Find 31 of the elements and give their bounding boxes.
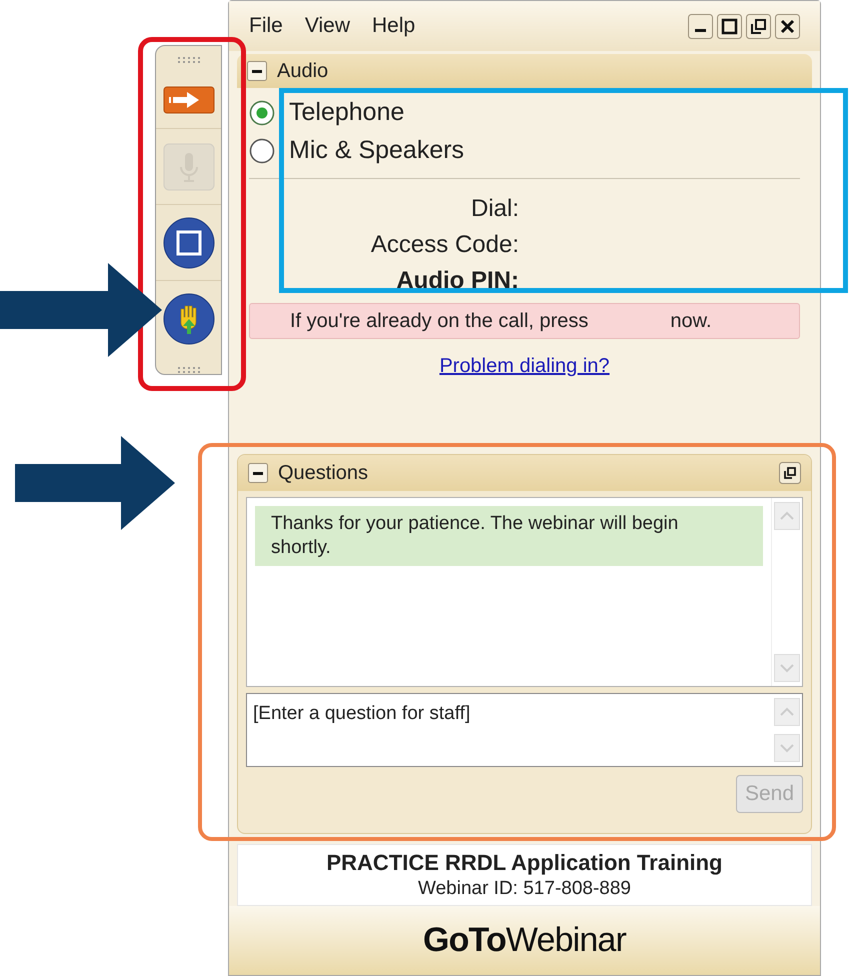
grip-icon[interactable]: [176, 366, 200, 374]
help-link[interactable]: Problem dialing in?: [439, 351, 610, 381]
panel-title: Audio: [277, 59, 328, 84]
notice-text: If you're already on the call, press: [290, 309, 588, 334]
menu-item[interactable]: View: [304, 10, 350, 42]
arrow-icon: [0, 263, 162, 357]
field-label: Dial:: [470, 194, 519, 224]
notice-text: now.: [670, 309, 712, 334]
chat-message: Thanks for your patience. The webinar will begin shortly.: [255, 506, 763, 566]
webinar-id: Webinar ID: 517-808-889: [418, 877, 631, 901]
field-label: Access Code:: [370, 230, 519, 260]
collapse-icon[interactable]: [247, 61, 267, 81]
grip-icon[interactable]: [176, 56, 200, 64]
field-label: Audio PIN:: [395, 266, 519, 296]
arrow-button-icon[interactable]: [162, 86, 214, 114]
panel-title: Questions: [278, 461, 368, 486]
menu-item[interactable]: File: [249, 10, 283, 42]
raise-hand-icon[interactable]: [162, 292, 214, 344]
minimize-icon[interactable]: [688, 14, 713, 38]
screen-button-icon[interactable]: [162, 216, 214, 268]
radio-option[interactable]: Telephone: [249, 94, 800, 132]
collapse-icon[interactable]: [248, 463, 268, 483]
webinar-title: PRACTICE RRDL Application Training: [326, 849, 722, 877]
arrow-icon: [15, 436, 175, 530]
menu-item[interactable]: Help: [372, 10, 416, 42]
close-icon[interactable]: [775, 14, 800, 38]
maximize-icon[interactable]: [717, 14, 742, 38]
restore-icon[interactable]: [746, 14, 771, 38]
radio-option[interactable]: Mic & Speakers: [249, 132, 800, 170]
logo-text: GoToWebinar: [423, 920, 626, 961]
restore-icon[interactable]: [779, 462, 801, 484]
